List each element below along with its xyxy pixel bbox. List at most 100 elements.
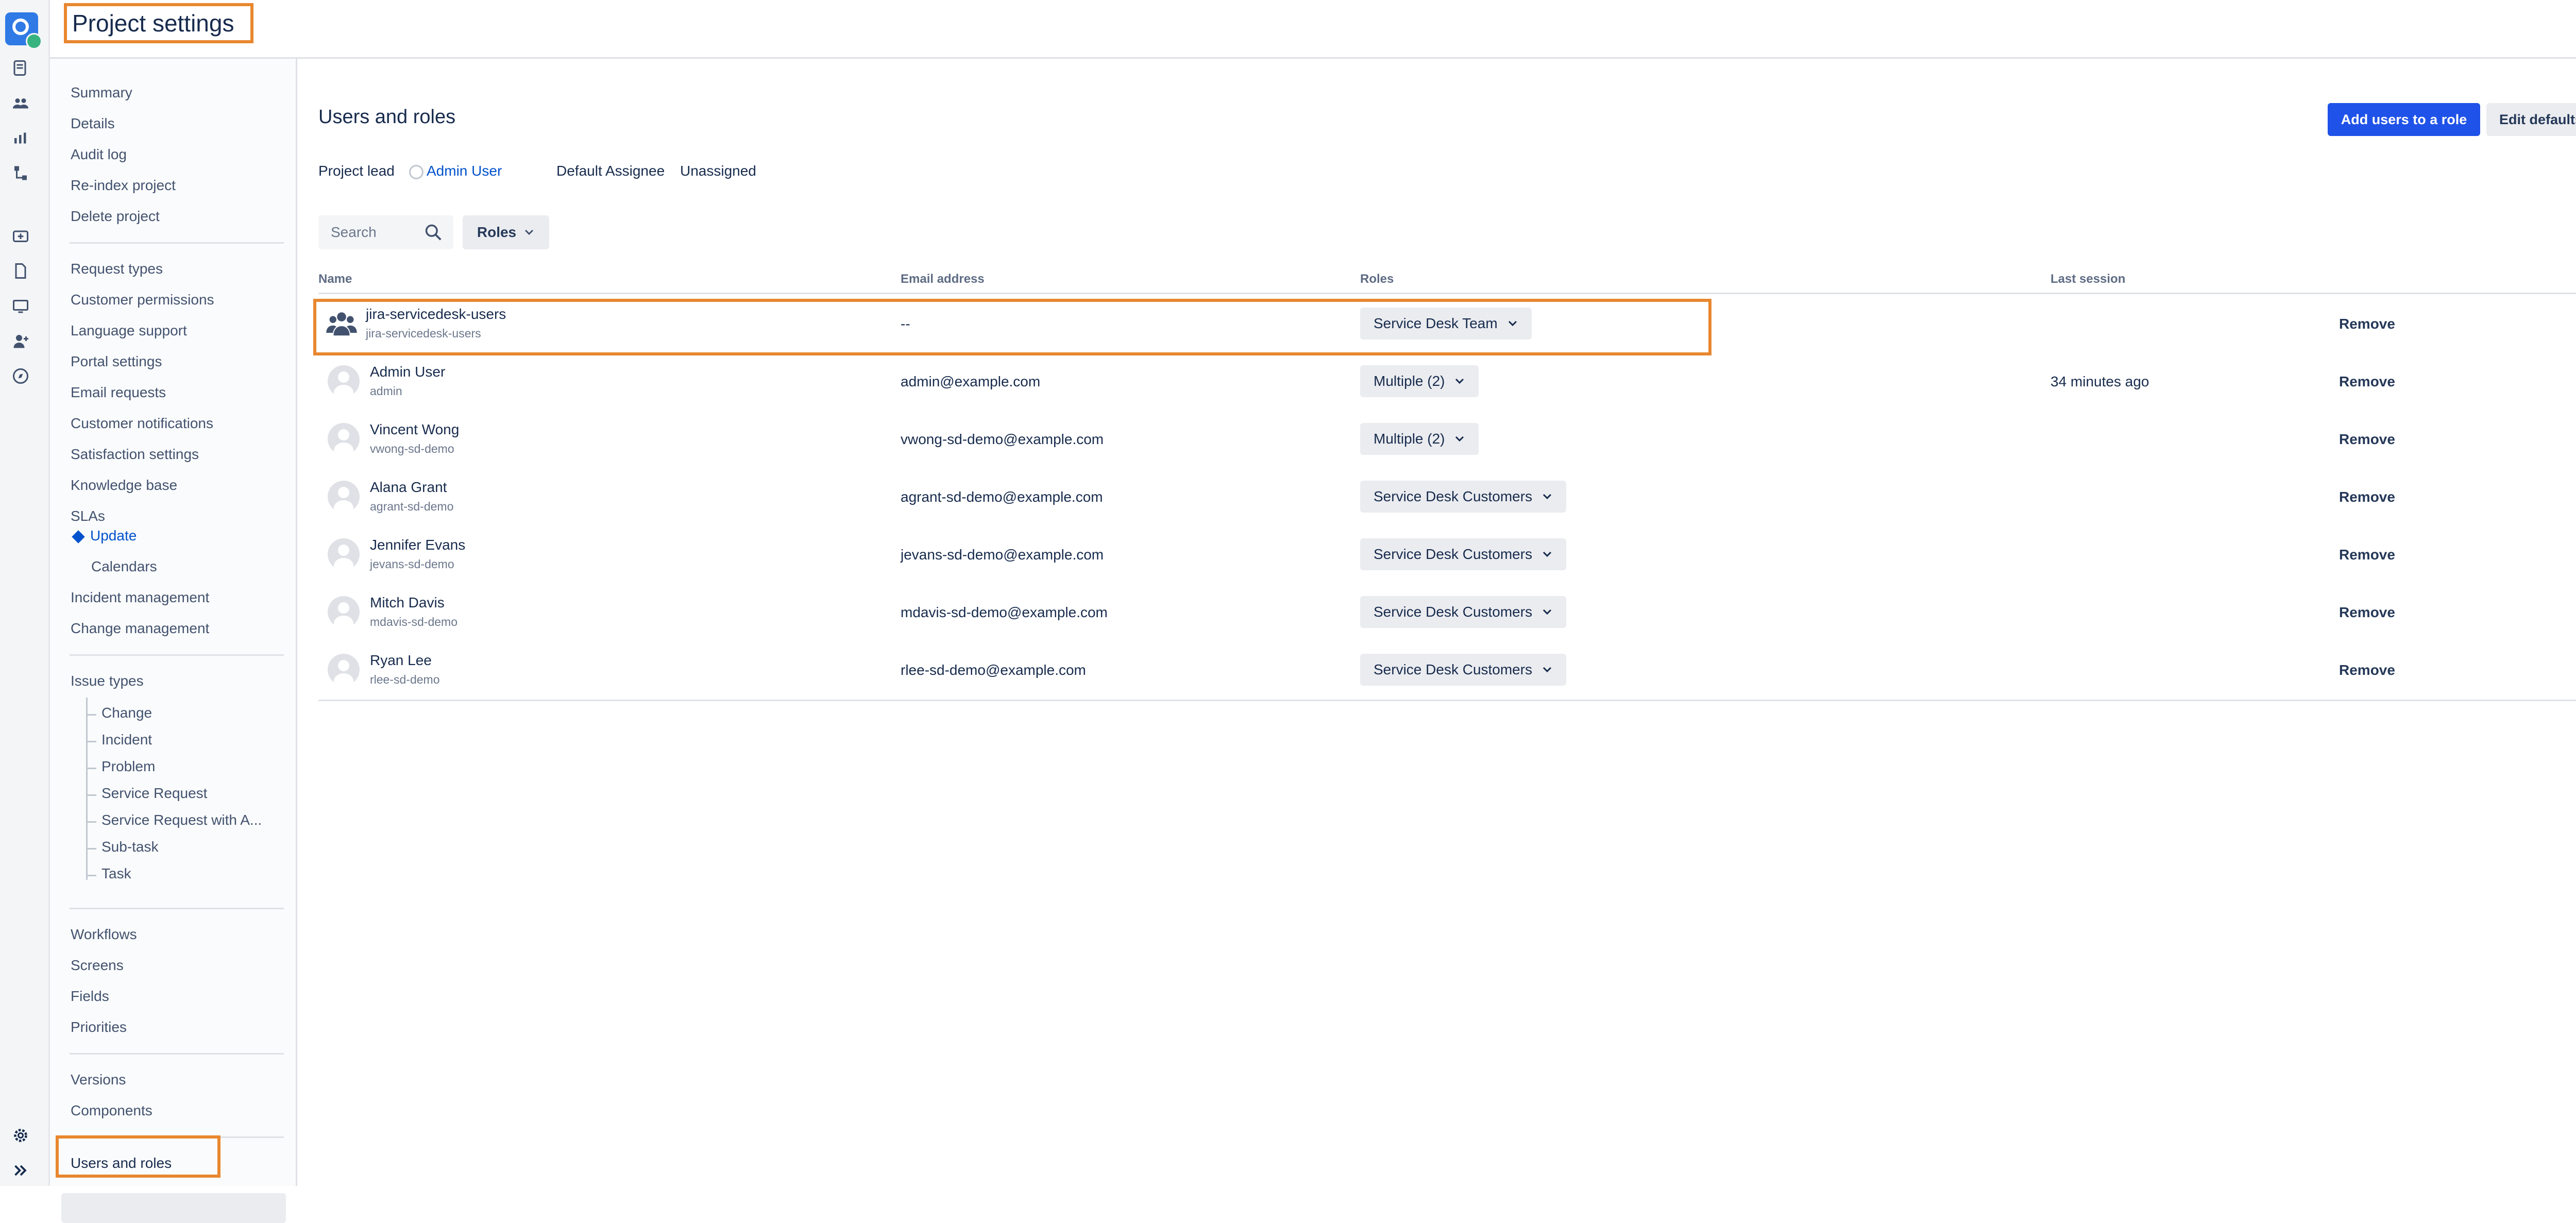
row-name: Vincent Wong — [370, 421, 460, 437]
sidebar-item-users-and-roles[interactable]: Users and roles — [71, 1155, 172, 1171]
sidebar-item-summary[interactable]: Summary — [71, 84, 132, 101]
tree-tick — [86, 768, 96, 769]
sidebar-item-email-requests[interactable]: Email requests — [71, 384, 166, 401]
search-icon[interactable] — [423, 223, 443, 242]
section-title: Users and roles — [318, 106, 456, 128]
row-email: vwong-sd-demo@example.com — [901, 431, 1104, 447]
remove-button[interactable]: Remove — [2339, 373, 2395, 390]
sidebar-item-customer-permissions[interactable]: Customer permissions — [71, 292, 214, 308]
sidebar-issue-type-service-request[interactable]: Service Request — [101, 785, 207, 802]
role-dropdown-label: Service Desk Customers — [1374, 604, 1533, 620]
sidebar-item-incident-management[interactable]: Incident management — [71, 589, 209, 606]
add-users-to-role-button[interactable]: Add users to a role — [2328, 103, 2480, 136]
remove-button[interactable]: Remove — [2339, 431, 2395, 448]
role-dropdown-label: Service Desk Customers — [1374, 546, 1533, 562]
remove-button[interactable]: Remove — [2339, 604, 2395, 621]
chevron-down-icon — [1543, 609, 1552, 615]
role-dropdown[interactable]: Service Desk Customers — [1360, 481, 1567, 513]
sidebar-item-change-management[interactable]: Change management — [71, 620, 209, 637]
tree-tick — [86, 741, 96, 742]
chevron-down-icon — [1508, 320, 1517, 327]
role-dropdown[interactable]: Service Desk Team — [1360, 308, 1532, 339]
avatar — [328, 596, 360, 628]
sidebar-item-screens[interactable]: Screens — [71, 957, 124, 974]
sidebar-active-background — [61, 1193, 286, 1223]
sidebar-item-priorities[interactable]: Priorities — [71, 1019, 127, 1035]
add-item-icon[interactable] — [11, 227, 30, 245]
reports-icon[interactable] — [11, 129, 30, 147]
monitor-icon[interactable] — [11, 297, 30, 315]
avatar — [328, 538, 360, 570]
sidebar-item-portal-settings[interactable]: Portal settings — [71, 353, 162, 370]
sidebar-item-language-support[interactable]: Language support — [71, 322, 187, 339]
role-dropdown[interactable]: Multiple (2) — [1360, 365, 1479, 397]
gear-icon[interactable] — [11, 1126, 30, 1145]
edit-defaults-button[interactable]: Edit defaults — [2486, 103, 2576, 136]
column-header-last-session[interactable]: Last session — [2050, 272, 2125, 286]
sidebar-item-slas[interactable]: SLAs — [71, 508, 105, 524]
role-dropdown[interactable]: Service Desk Customers — [1360, 596, 1567, 628]
remove-button[interactable]: Remove — [2339, 662, 2395, 678]
app-logo-icon[interactable] — [5, 12, 42, 49]
sidebar-item-fields[interactable]: Fields — [71, 988, 109, 1005]
sidebar-issue-type-sub-task[interactable]: Sub-task — [101, 839, 159, 855]
role-dropdown[interactable]: Multiple (2) — [1360, 423, 1479, 455]
sidebar-item-components[interactable]: Components — [71, 1102, 152, 1119]
chevron-down-icon — [1543, 551, 1552, 557]
default-assignee-label: Default Assignee — [556, 163, 665, 179]
expand-icon[interactable] — [11, 1161, 30, 1180]
sidebar-item-delete-project[interactable]: Delete project — [71, 208, 160, 225]
sidebar-item-workflows[interactable]: Workflows — [71, 926, 137, 943]
project-settings-sidebar: Summary Details Audit log Re-index proje… — [50, 59, 297, 1223]
page-icon[interactable] — [11, 262, 30, 280]
hierarchy-icon[interactable] — [11, 164, 30, 182]
row-email: admin@example.com — [901, 373, 1041, 389]
tree-tick — [86, 821, 96, 823]
remove-button[interactable]: Remove — [2339, 547, 2395, 563]
sidebar-item-satisfaction-settings[interactable]: Satisfaction settings — [71, 446, 199, 463]
sidebar-divider — [70, 242, 284, 244]
customers-icon[interactable] — [11, 94, 30, 112]
sidebar-item-customer-notifications[interactable]: Customer notifications — [71, 415, 213, 432]
sidebar-divider — [70, 908, 284, 909]
sidebar-issue-type-service-request-approvals[interactable]: Service Request with A... — [101, 812, 262, 828]
row-email: agrant-sd-demo@example.com — [901, 489, 1103, 505]
sidebar-item-request-types[interactable]: Request types — [71, 261, 163, 277]
sidebar-update-link[interactable]: Update — [71, 528, 137, 544]
add-person-icon[interactable] — [11, 332, 30, 350]
avatar — [328, 423, 360, 455]
column-header-name[interactable]: Name — [318, 272, 352, 286]
sidebar-item-details[interactable]: Details — [71, 115, 115, 132]
sidebar-item-audit-log[interactable]: Audit log — [71, 146, 127, 163]
row-username: rlee-sd-demo — [370, 673, 440, 686]
sidebar-item-knowledge-base[interactable]: Knowledge base — [71, 477, 177, 494]
chevron-down-icon — [1543, 494, 1552, 500]
row-last-session: 34 minutes ago — [2050, 373, 2149, 389]
global-rail — [0, 0, 50, 1186]
remove-button[interactable]: Remove — [2339, 489, 2395, 505]
role-dropdown[interactable]: Service Desk Customers — [1360, 654, 1567, 686]
role-dropdown[interactable]: Service Desk Customers — [1360, 538, 1567, 570]
tree-tick — [86, 875, 96, 876]
roles-filter-dropdown[interactable]: Roles — [463, 215, 549, 249]
tree-tick — [86, 848, 96, 850]
project-lead-link[interactable]: Admin User — [409, 163, 502, 179]
sidebar-item-versions[interactable]: Versions — [71, 1072, 126, 1088]
sidebar-item-issue-types[interactable]: Issue types — [71, 673, 144, 689]
compass-icon[interactable] — [11, 367, 30, 385]
sidebar-issue-type-task[interactable]: Task — [101, 865, 131, 882]
sidebar-item-calendars[interactable]: Calendars — [91, 558, 157, 575]
tree-tick — [86, 794, 96, 796]
board-icon[interactable] — [11, 59, 30, 77]
row-name: jira-servicedesk-users — [366, 306, 506, 322]
tree-line — [86, 698, 88, 880]
chevron-down-icon — [1543, 667, 1552, 673]
search-input[interactable] — [318, 215, 421, 249]
sidebar-issue-type-change[interactable]: Change — [101, 705, 152, 721]
group-icon — [326, 312, 357, 336]
remove-button[interactable]: Remove — [2339, 316, 2395, 332]
sidebar-issue-type-problem[interactable]: Problem — [101, 758, 155, 775]
sidebar-issue-type-incident[interactable]: Incident — [101, 732, 152, 748]
sidebar-item-reindex[interactable]: Re-index project — [71, 177, 176, 194]
avatar — [328, 654, 360, 686]
